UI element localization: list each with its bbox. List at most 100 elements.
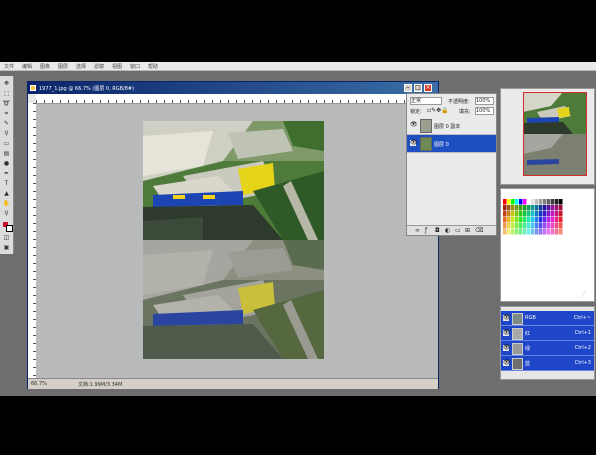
layer-row-copy[interactable]: 👁 图层 0 副本 xyxy=(407,117,496,135)
trash-icon[interactable]: ⌫ xyxy=(475,227,483,234)
maximize-button[interactable]: □ xyxy=(414,84,422,92)
move-tool-icon[interactable]: ✥ xyxy=(2,80,11,87)
screen-mode-icon[interactable]: ▣ xyxy=(2,244,11,251)
path-select-tool-icon[interactable]: ▲ xyxy=(2,190,11,197)
menu-image[interactable]: 图像 xyxy=(40,63,50,70)
swatches-panel: ⋰ xyxy=(500,188,595,302)
swatch xyxy=(515,217,519,223)
canvas-image[interactable] xyxy=(143,121,324,359)
eraser-tool-icon[interactable]: ▭ xyxy=(2,140,11,147)
swatch xyxy=(503,199,507,205)
layers-options-row: 正常 不透明度: 100% xyxy=(407,96,496,105)
eye-icon[interactable]: 👁 xyxy=(410,140,418,146)
menu-help[interactable]: 帮助 xyxy=(148,63,158,70)
swatch xyxy=(555,205,559,211)
layer-thumbnail xyxy=(420,119,432,133)
brush-tool-icon[interactable]: ✎ xyxy=(2,120,11,127)
menu-select[interactable]: 选择 xyxy=(76,63,86,70)
lasso-tool-icon[interactable]: ➰ xyxy=(2,100,11,107)
opacity-field[interactable]: 100% xyxy=(475,97,494,105)
navigator-panel xyxy=(500,88,595,185)
eye-icon[interactable]: 👁 xyxy=(410,122,418,128)
blend-mode-select[interactable]: 正常 xyxy=(410,97,442,105)
layers-panel: 正常 不透明度: 100% 锁定: ▫✎✥🔒 填充: 100% 👁 图层 0 副… xyxy=(406,93,497,236)
channel-blue[interactable]: 👁 蓝 Ctrl+3 xyxy=(501,356,594,371)
foreground-color-swatch[interactable] xyxy=(2,222,13,232)
eye-icon[interactable]: 👁 xyxy=(503,330,511,336)
image-bottom-desaturated xyxy=(143,240,324,359)
menu-filter[interactable]: 滤镜 xyxy=(94,63,104,70)
eye-icon[interactable]: 👁 xyxy=(503,360,511,366)
text-tool-icon[interactable]: T xyxy=(2,180,11,187)
swatch xyxy=(543,217,547,223)
ruler-horizontal[interactable] xyxy=(36,94,438,104)
gradient-tool-icon[interactable]: ▤ xyxy=(2,150,11,157)
pen-tool-icon[interactable]: ✒ xyxy=(2,170,11,177)
swatch xyxy=(531,223,535,229)
fill-field[interactable]: 100% xyxy=(475,107,494,115)
swatch xyxy=(523,211,527,217)
swatch xyxy=(535,229,539,235)
swatch xyxy=(519,211,523,217)
dodge-tool-icon[interactable]: ● xyxy=(2,160,11,167)
channel-red[interactable]: 👁 红 Ctrl+1 xyxy=(501,326,594,341)
close-button[interactable]: × xyxy=(424,84,432,92)
swatch xyxy=(503,217,507,223)
stamp-tool-icon[interactable]: ⚲ xyxy=(2,130,11,137)
swatch xyxy=(519,199,523,205)
swatch xyxy=(535,211,539,217)
swatch xyxy=(551,205,555,211)
document-title: 1977_1.jpg @ 66.7% (图层 0, RGB/8#) xyxy=(39,86,135,92)
minimize-button[interactable]: – xyxy=(404,84,412,92)
swatch xyxy=(559,217,563,223)
marquee-tool-icon[interactable]: ⬚ xyxy=(2,90,11,97)
menu-view[interactable]: 视图 xyxy=(112,63,122,70)
lock-icons[interactable]: ▫✎✥🔒 xyxy=(427,107,449,114)
swatch xyxy=(511,223,515,229)
swatch xyxy=(511,229,515,235)
swatch xyxy=(559,223,563,229)
swatch-grid[interactable] xyxy=(503,199,563,237)
swatch xyxy=(539,199,543,205)
mask-icon[interactable]: ◘ xyxy=(435,227,440,234)
swatch xyxy=(527,229,531,235)
panel-resize-grip[interactable]: ⋰ xyxy=(581,292,586,298)
swatch xyxy=(535,217,539,223)
swatch xyxy=(547,223,551,229)
document-title-bar[interactable]: 1977_1.jpg @ 66.7% (图层 0, RGB/8#) – □ × xyxy=(28,82,438,94)
adjustment-icon[interactable]: ◐ xyxy=(445,227,450,234)
swatch xyxy=(543,223,547,229)
menu-window[interactable]: 窗口 xyxy=(130,63,140,70)
channel-rgb[interactable]: 👁 RGB Ctrl+~ xyxy=(501,311,594,326)
channel-shortcut: Ctrl+2 xyxy=(574,345,591,351)
swatch xyxy=(527,217,531,223)
layer-row-selected[interactable]: 👁 图层 0 xyxy=(407,135,496,153)
new-layer-icon[interactable]: ⊞ xyxy=(465,227,470,234)
image-top-color xyxy=(143,121,324,240)
channels-panel: 👁 RGB Ctrl+~ 👁 红 Ctrl+1 👁 绿 Ctrl+2 👁 蓝 C… xyxy=(500,306,595,380)
swatch xyxy=(551,223,555,229)
eye-icon[interactable]: 👁 xyxy=(503,345,511,351)
zoom-tool-icon[interactable]: ⚲ xyxy=(2,210,11,217)
quickmask-icon[interactable]: ◫ xyxy=(2,234,11,241)
crop-tool-icon[interactable]: ⌗ xyxy=(2,110,11,117)
menu-edit[interactable]: 编辑 xyxy=(22,63,32,70)
channel-green[interactable]: 👁 绿 Ctrl+2 xyxy=(501,341,594,356)
channel-shortcut: Ctrl+3 xyxy=(574,360,591,366)
menu-layer[interactable]: 图层 xyxy=(58,63,68,70)
menu-file[interactable]: 文件 xyxy=(4,63,14,70)
navigator-thumbnail[interactable] xyxy=(523,92,587,176)
document-info[interactable]: 文档:1.99M/3.34M xyxy=(78,381,122,388)
swatch xyxy=(531,199,535,205)
swatch xyxy=(531,211,535,217)
eye-icon[interactable]: 👁 xyxy=(503,315,511,321)
zoom-level[interactable]: 66.7% xyxy=(31,381,47,387)
hand-tool-icon[interactable]: ✋ xyxy=(2,200,11,207)
channel-shortcut: Ctrl+~ xyxy=(573,315,591,321)
swatch xyxy=(559,211,563,217)
link-icon[interactable]: ∞ xyxy=(415,227,420,234)
group-icon[interactable]: ▭ xyxy=(455,227,461,234)
fx-icon[interactable]: ƒ xyxy=(425,227,427,234)
swatch xyxy=(507,217,511,223)
swatch xyxy=(551,199,555,205)
